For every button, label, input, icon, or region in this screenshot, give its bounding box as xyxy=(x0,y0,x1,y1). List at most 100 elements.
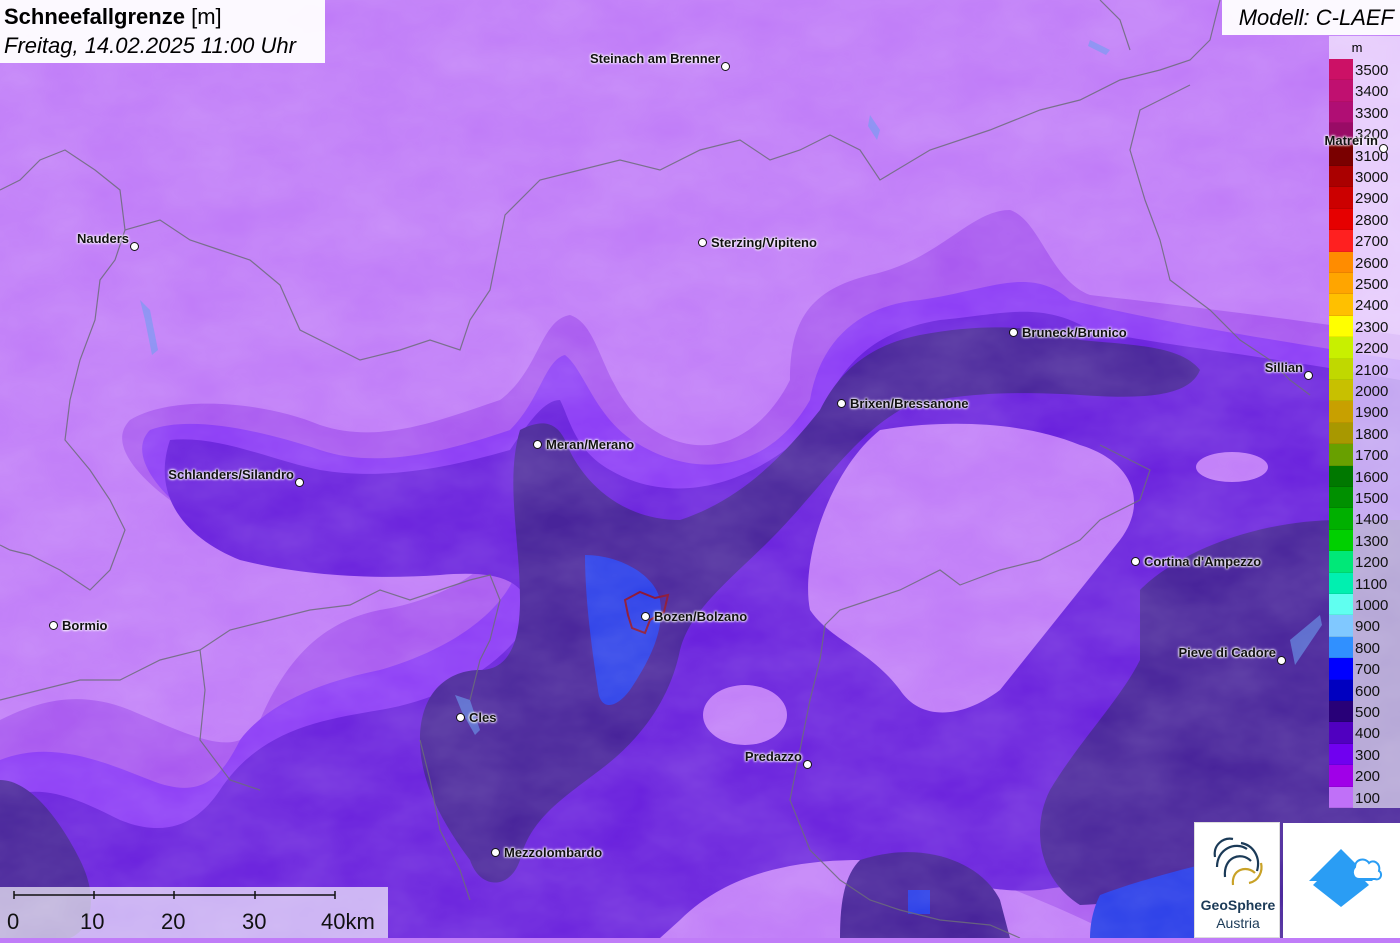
legend-level: 1300 xyxy=(1329,529,1400,552)
city-marker[interactable] xyxy=(698,238,707,247)
legend-label: 2400 xyxy=(1355,297,1389,315)
legend-level: 900 xyxy=(1329,615,1400,637)
legend-level: 700 xyxy=(1329,658,1400,680)
legend-level: 1000 xyxy=(1329,594,1400,616)
weather-logo[interactable] xyxy=(1283,823,1400,938)
map-title: Schneefallgrenze [m] xyxy=(4,4,222,29)
legend-swatch xyxy=(1329,422,1353,445)
city-marker[interactable] xyxy=(1009,328,1018,337)
legend-level: 3000 xyxy=(1329,166,1400,188)
legend-swatch xyxy=(1329,80,1353,102)
city-label[interactable]: Sillian xyxy=(1265,360,1303,375)
city-marker[interactable] xyxy=(641,612,650,621)
city-marker[interactable] xyxy=(837,399,846,408)
geosphere-name: GeoSphere xyxy=(1200,897,1276,913)
legend-level: 1200 xyxy=(1329,551,1400,573)
legend-level: 1500 xyxy=(1329,487,1400,509)
city-label[interactable]: Steinach am Brenner xyxy=(590,51,720,66)
title-box: Schneefallgrenze [m] Freitag, 14.02.2025… xyxy=(0,0,325,63)
city-label[interactable]: Bruneck/Brunico xyxy=(1022,325,1127,340)
legend-level: 1700 xyxy=(1329,444,1400,466)
geosphere-logo[interactable]: GeoSphere Austria xyxy=(1194,822,1280,938)
city-marker[interactable] xyxy=(1304,371,1313,380)
legend-unit: m xyxy=(1351,40,1363,55)
legend-label: 700 xyxy=(1355,661,1381,679)
city-label[interactable]: Meran/Merano xyxy=(546,437,634,452)
legend-swatch xyxy=(1329,572,1353,594)
city-label[interactable]: Cles xyxy=(469,710,496,725)
city-marker[interactable] xyxy=(456,713,465,722)
legend-label: 2600 xyxy=(1355,254,1389,272)
city-marker[interactable] xyxy=(721,62,730,71)
legend-level: 2200 xyxy=(1329,337,1400,359)
legend-label: 3300 xyxy=(1355,104,1389,122)
legend-swatch xyxy=(1329,465,1353,487)
legend-label: 900 xyxy=(1355,618,1381,636)
city-label[interactable]: Brixen/Bressanone xyxy=(850,396,969,411)
city-label[interactable]: Pieve di Cadore xyxy=(1178,645,1276,660)
city-label[interactable]: Schlanders/Silandro xyxy=(168,467,294,482)
city-label[interactable]: Predazzo xyxy=(745,749,802,764)
scale-label-40: 40km xyxy=(321,909,375,934)
legend-swatch xyxy=(1329,765,1353,787)
city-marker[interactable] xyxy=(295,478,304,487)
legend-swatch xyxy=(1329,251,1353,273)
legend-level: 2900 xyxy=(1329,187,1400,209)
legend-label: 2000 xyxy=(1355,383,1389,400)
city-marker[interactable] xyxy=(1277,656,1286,665)
legend-label: 2700 xyxy=(1355,233,1389,251)
city-marker[interactable] xyxy=(1379,144,1388,153)
legend-label: 800 xyxy=(1355,639,1381,657)
legend-label: 2800 xyxy=(1355,211,1389,229)
legend-swatch xyxy=(1329,722,1353,744)
scale-label-20: 20 xyxy=(161,909,186,934)
legend-label: 1900 xyxy=(1355,404,1389,422)
legend-label: 1400 xyxy=(1355,511,1389,529)
city-label[interactable]: Bozen/Bolzano xyxy=(654,609,747,624)
legend-swatch xyxy=(1329,230,1353,252)
legend-level: 1600 xyxy=(1329,465,1400,487)
legend-swatch xyxy=(1329,273,1353,295)
legend-label: 2500 xyxy=(1355,276,1389,293)
legend-swatch xyxy=(1329,187,1353,209)
legend-level: 500 xyxy=(1329,701,1400,723)
legend-level: 1400 xyxy=(1329,508,1400,530)
legend-label: 100 xyxy=(1355,789,1381,807)
city-marker[interactable] xyxy=(49,621,58,630)
legend-level: 2300 xyxy=(1329,315,1400,338)
legend-label: 1300 xyxy=(1355,532,1389,550)
legend-level: 2500 xyxy=(1329,273,1400,295)
legend-label: 3000 xyxy=(1355,169,1389,186)
legend-swatch xyxy=(1329,487,1353,509)
legend-level: 100 xyxy=(1329,786,1400,808)
legend-level: 2600 xyxy=(1329,251,1400,273)
city-marker[interactable] xyxy=(803,760,812,769)
legend-swatch xyxy=(1329,294,1353,316)
legend-level: 200 xyxy=(1329,765,1400,787)
legend-swatch xyxy=(1329,679,1353,701)
city-label[interactable]: Nauders xyxy=(77,231,129,246)
city-label[interactable]: Sterzing/Vipiteno xyxy=(711,235,817,250)
city-label[interactable]: Cortina d'Ampezzo xyxy=(1144,554,1261,569)
cloud-arrow-icon xyxy=(1309,849,1383,907)
legend-label: 2300 xyxy=(1355,318,1389,336)
legend-swatch xyxy=(1329,551,1353,573)
city-label[interactable]: Bormio xyxy=(62,618,108,633)
legend-label: 600 xyxy=(1355,682,1381,700)
city-marker[interactable] xyxy=(491,848,500,857)
legend-swatch xyxy=(1329,101,1353,124)
legend-label: 500 xyxy=(1355,704,1381,721)
legend-swatch xyxy=(1329,743,1353,766)
color-legend: m 3500 3400 3300 3200 3100 3000 2900 2800 2700 26… xyxy=(1329,36,1400,808)
city-label[interactable]: Matrei in xyxy=(1325,133,1378,148)
city-marker[interactable] xyxy=(130,242,139,251)
scale-label-0: 0 xyxy=(7,909,20,934)
legend-level: 1800 xyxy=(1329,422,1400,445)
legend-label: 2100 xyxy=(1355,361,1389,379)
city-label[interactable]: Mezzolombardo xyxy=(504,845,602,860)
geosphere-country: Austria xyxy=(1216,915,1260,931)
city-marker[interactable] xyxy=(533,440,542,449)
city-marker[interactable] xyxy=(1131,557,1140,566)
geosphere-swirl-icon xyxy=(1213,837,1263,886)
scale-bar: 0 10 20 30 40km xyxy=(0,887,388,938)
